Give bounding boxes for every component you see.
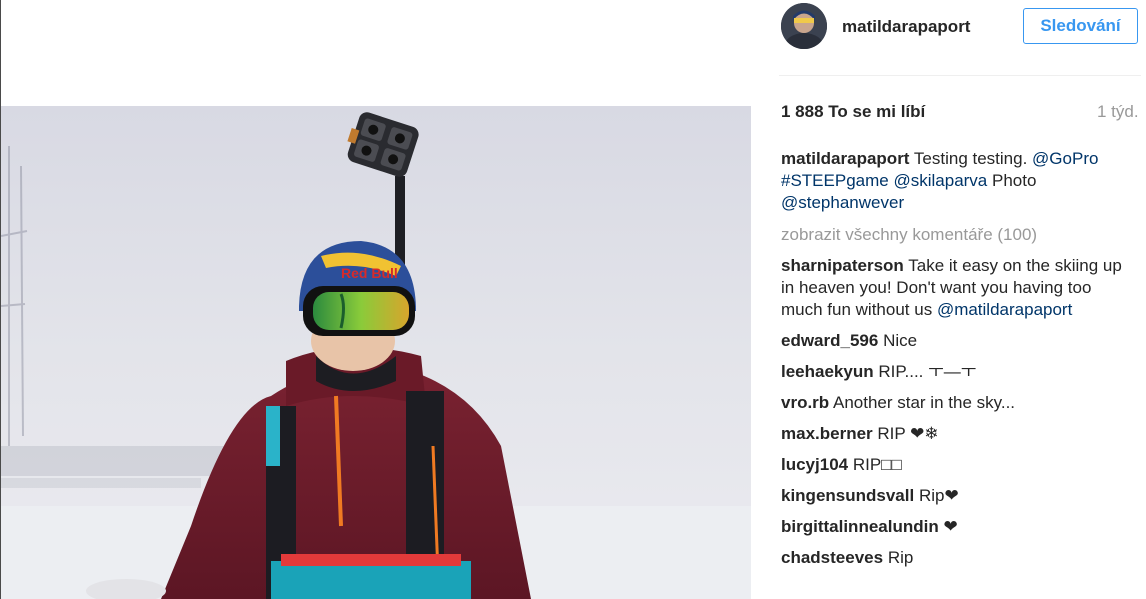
comment-item: birgittalinnealundin ❤: [781, 516, 1129, 538]
comment-item: edward_596 Nice: [781, 330, 1129, 352]
comment-item: vro.rb Another star in the sky...: [781, 392, 1129, 414]
post-time[interactable]: 1 týd.: [1097, 102, 1139, 122]
skier-photo: Red Bull: [1, 106, 751, 599]
post-photo[interactable]: Red Bull: [1, 106, 751, 599]
comment-item: sharnipaterson Take it easy on the skiin…: [781, 255, 1129, 321]
avatar-image: [781, 3, 827, 49]
caption-photo-word: Photo: [992, 171, 1037, 190]
tag-stephanwever[interactable]: @stephanwever: [781, 193, 904, 212]
comment-text: RIP□□: [852, 455, 902, 474]
user-avatar[interactable]: [781, 3, 827, 49]
comment-item: leehaekyun RIP.... ㅜ—ㅜ: [781, 361, 1129, 383]
comment-username[interactable]: sharnipaterson: [781, 256, 904, 275]
tag-skilaparva[interactable]: @skilaparva: [893, 171, 987, 190]
post-header: matildarapaport Sledování: [779, 0, 1141, 76]
helmet-logo: Red Bull: [341, 265, 398, 281]
comment-item: chadsteeves Rip: [781, 547, 1129, 569]
comment-username[interactable]: leehaekyun: [781, 362, 874, 381]
comment-text: Rip: [887, 548, 914, 567]
comment-item: max.berner RIP ❤❄: [781, 423, 1129, 445]
view-all-comments-link[interactable]: zobrazit všechny komentáře (100): [781, 224, 1129, 246]
caption-username[interactable]: matildarapaport: [781, 149, 909, 168]
follow-button[interactable]: Sledování: [1023, 8, 1138, 44]
comment-text: Another star in the sky...: [832, 393, 1016, 412]
comment-username[interactable]: max.berner: [781, 424, 873, 443]
comment-mention[interactable]: @matildarapaport: [937, 300, 1072, 319]
comment-text: RIP.... ㅜ—ㅜ: [878, 362, 977, 381]
likes-count[interactable]: 1 888 To se mi líbí: [781, 102, 925, 122]
comment-username[interactable]: kingensundsvall: [781, 486, 914, 505]
comment-username[interactable]: lucyj104: [781, 455, 848, 474]
instagram-post-window: Red Bull matildarapaport Sledování 1 888…: [0, 0, 1146, 599]
caption: matildarapaport Testing testing. @GoPro …: [781, 148, 1129, 214]
comment-text: ❤: [943, 517, 958, 536]
comments-section: matildarapaport Testing testing. @GoPro …: [781, 148, 1129, 578]
comment-item: lucyj104 RIP□□: [781, 454, 1129, 476]
comment-username[interactable]: vro.rb: [781, 393, 829, 412]
comment-username[interactable]: edward_596: [781, 331, 878, 350]
comment-text: Nice: [883, 331, 918, 350]
hashtag-steepgame[interactable]: #STEEPgame: [781, 171, 889, 190]
comment-username[interactable]: chadsteeves: [781, 548, 883, 567]
comment-text: RIP ❤❄: [877, 424, 939, 443]
tag-gopro[interactable]: @GoPro: [1032, 149, 1098, 168]
comment-username[interactable]: birgittalinnealundin: [781, 517, 939, 536]
caption-text: Testing testing.: [913, 149, 1028, 168]
comment-item: kingensundsvall Rip❤: [781, 485, 1129, 507]
comment-text: Rip❤: [918, 486, 959, 505]
post-username[interactable]: matildarapaport: [842, 17, 970, 37]
